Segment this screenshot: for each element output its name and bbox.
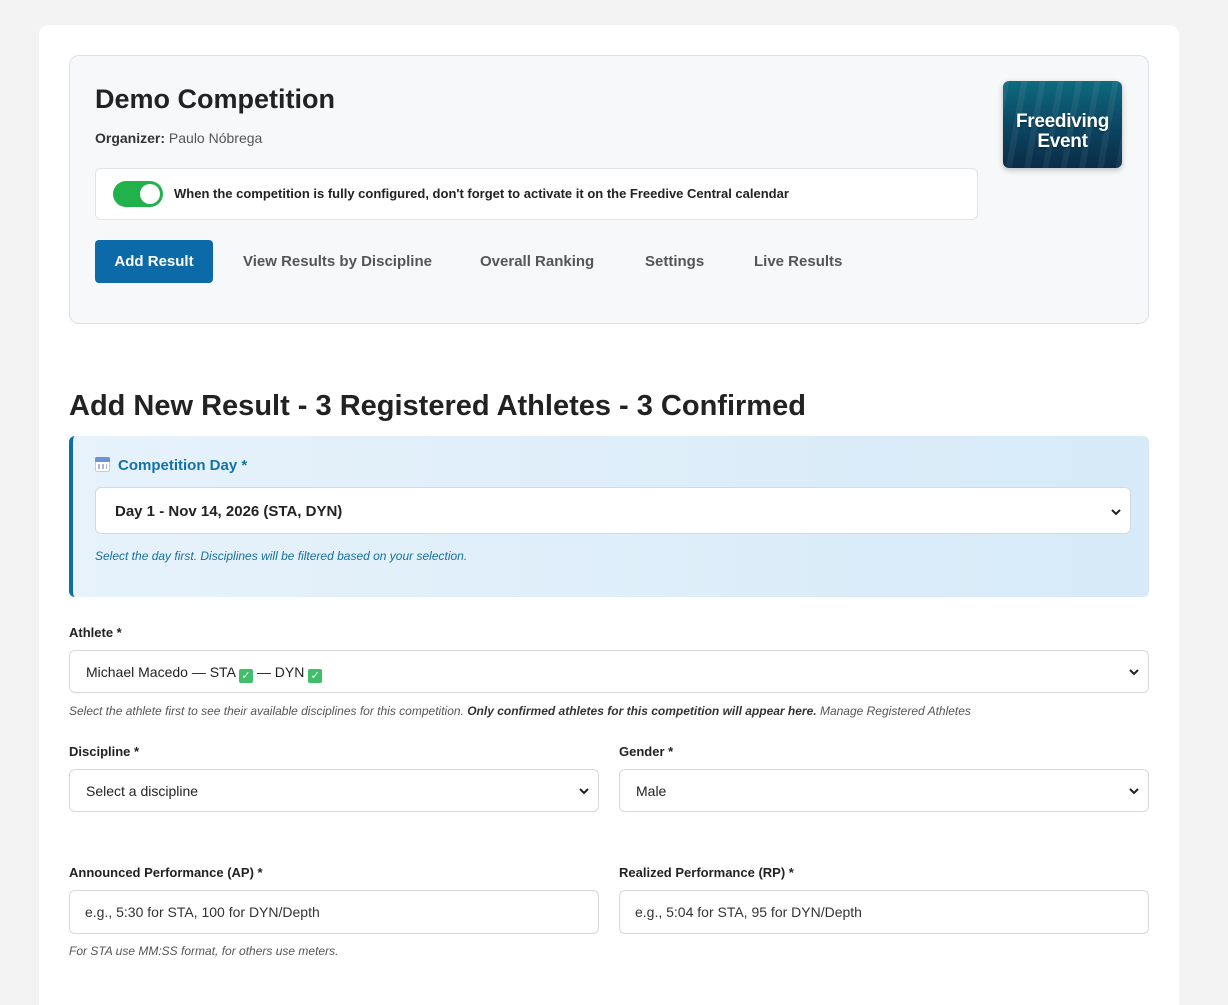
organizer-line: Organizer: Paulo Nóbrega (95, 130, 262, 146)
gender-label: Gender * (619, 744, 674, 759)
competition-title: Demo Competition (95, 84, 335, 114)
logo-text-line1: Freediving (1015, 111, 1110, 132)
competition-header: Demo Competition Organizer: Paulo Nóbreg… (69, 55, 1149, 324)
rp-label: Realized Performance (RP) * (619, 865, 794, 880)
gender-value: Male (636, 783, 667, 799)
competition-logo: Freediving Event (1003, 81, 1122, 168)
tab-overall-ranking[interactable]: Overall Ranking (480, 240, 594, 283)
ap-input[interactable] (69, 890, 599, 934)
ap-label: Announced Performance (AP) * (69, 865, 263, 880)
organizer-name: Paulo Nóbrega (168, 130, 263, 146)
discipline-label: Discipline * (69, 744, 140, 759)
dyn-confirmed-check-icon: ✓ (308, 669, 323, 683)
athlete-value: Michael Macedo — STA ✓ — DYN ✓ (86, 664, 323, 683)
organizer-label: Organizer: (95, 130, 166, 146)
tab-view-results-by-discipline[interactable]: View Results by Discipline (243, 240, 432, 283)
athlete-select[interactable]: Michael Macedo — STA ✓ — DYN ✓ (69, 650, 1149, 693)
calendar-notice-text: When the competition is fully configured… (174, 186, 789, 201)
athlete-name: Michael Macedo — STA (86, 664, 236, 680)
tab-live-results[interactable]: Live Results (754, 240, 842, 283)
athlete-dyn: — DYN (256, 664, 305, 680)
tab-add-result[interactable]: Add Result (95, 240, 213, 283)
performance-hint: For STA use MM:SS format, for others use… (69, 944, 339, 958)
add-result-title: Add New Result - 3 Registered Athletes -… (69, 390, 806, 422)
main-card: Demo Competition Organizer: Paulo Nóbreg… (39, 25, 1179, 1005)
athlete-hint-text: Select the athlete first to see their av… (69, 704, 468, 718)
competition-day-label: Competition Day * (95, 457, 247, 474)
athlete-hint-bold: Only confirmed athletes for this competi… (467, 704, 817, 718)
logo-text-line2: Event (1037, 131, 1088, 152)
manage-athletes-link[interactable]: Manage Registered Athletes (817, 704, 971, 718)
competition-day-value: Day 1 - Nov 14, 2026 (STA, DYN) (115, 503, 343, 520)
competition-day-hint: Select the day first. Disciplines will b… (95, 549, 468, 563)
rp-input[interactable] (619, 890, 1149, 934)
chevron-down-icon (1111, 509, 1121, 516)
activate-calendar-toggle[interactable] (113, 181, 163, 207)
gender-select[interactable]: Male (619, 769, 1149, 812)
discipline-select[interactable]: Select a discipline (69, 769, 599, 812)
chevron-down-icon (1129, 788, 1139, 795)
sta-confirmed-check-icon: ✓ (239, 669, 254, 683)
tab-settings[interactable]: Settings (645, 240, 704, 283)
calendar-notice: When the competition is fully configured… (95, 168, 978, 220)
competition-day-select[interactable]: Day 1 - Nov 14, 2026 (STA, DYN) (95, 487, 1131, 534)
competition-day-panel: Competition Day * Day 1 - Nov 14, 2026 (… (69, 436, 1149, 597)
toggle-knob (140, 184, 160, 204)
competition-day-label-text: Competition Day * (118, 457, 248, 474)
athlete-hint: Select the athlete first to see their av… (69, 704, 971, 718)
discipline-value: Select a discipline (86, 783, 199, 799)
calendar-icon (95, 457, 110, 472)
chevron-down-icon (579, 788, 589, 795)
chevron-down-icon (1129, 669, 1139, 676)
athlete-label: Athlete * (69, 625, 122, 640)
